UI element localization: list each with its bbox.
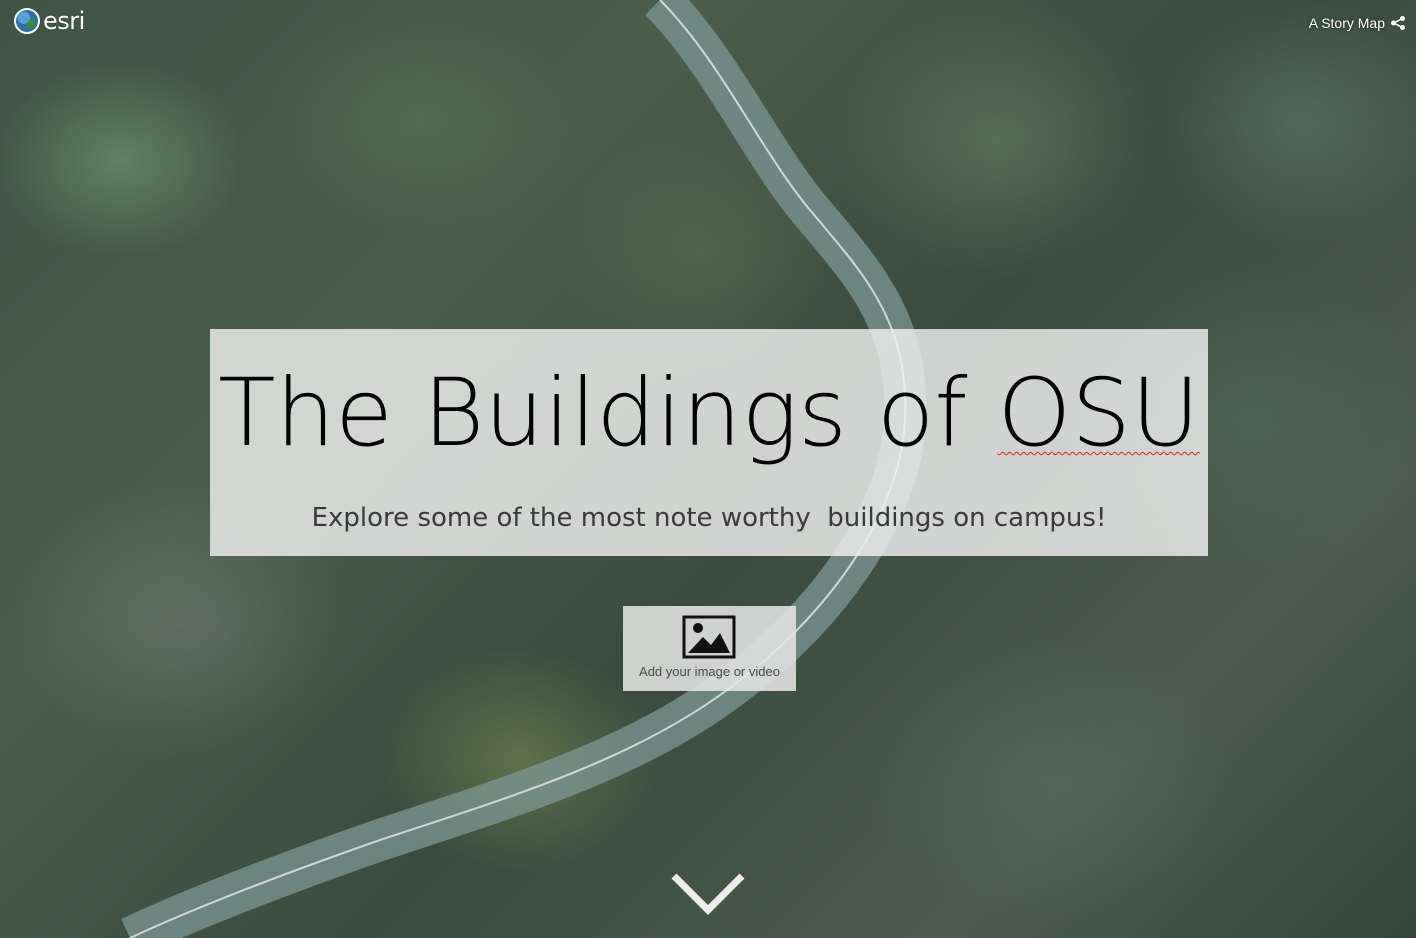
story-title[interactable]: The Buildings of OSU bbox=[210, 359, 1208, 469]
title-prefix: The Buildings of bbox=[218, 359, 998, 468]
add-media-button[interactable]: Add your image or video bbox=[623, 606, 796, 691]
story-map-label: A Story Map bbox=[1308, 15, 1385, 31]
esri-globe-icon bbox=[14, 8, 40, 34]
share-icon[interactable] bbox=[1390, 15, 1406, 31]
logo-text: esri bbox=[43, 7, 85, 35]
esri-logo[interactable]: esri bbox=[14, 8, 85, 34]
story-map-cover: esri A Story Map The Buildings of OSU Ex… bbox=[0, 0, 1416, 938]
story-subtitle[interactable]: Explore some of the most note worthy bui… bbox=[210, 501, 1208, 535]
title-panel: The Buildings of OSU Explore some of the… bbox=[210, 329, 1208, 556]
chevron-down-icon bbox=[671, 873, 745, 915]
title-highlight: OSU bbox=[997, 359, 1200, 468]
image-icon bbox=[682, 615, 736, 664]
add-media-label: Add your image or video bbox=[639, 664, 780, 679]
scroll-down-button[interactable] bbox=[670, 870, 746, 923]
story-map-link[interactable]: A Story Map bbox=[1309, 15, 1406, 31]
